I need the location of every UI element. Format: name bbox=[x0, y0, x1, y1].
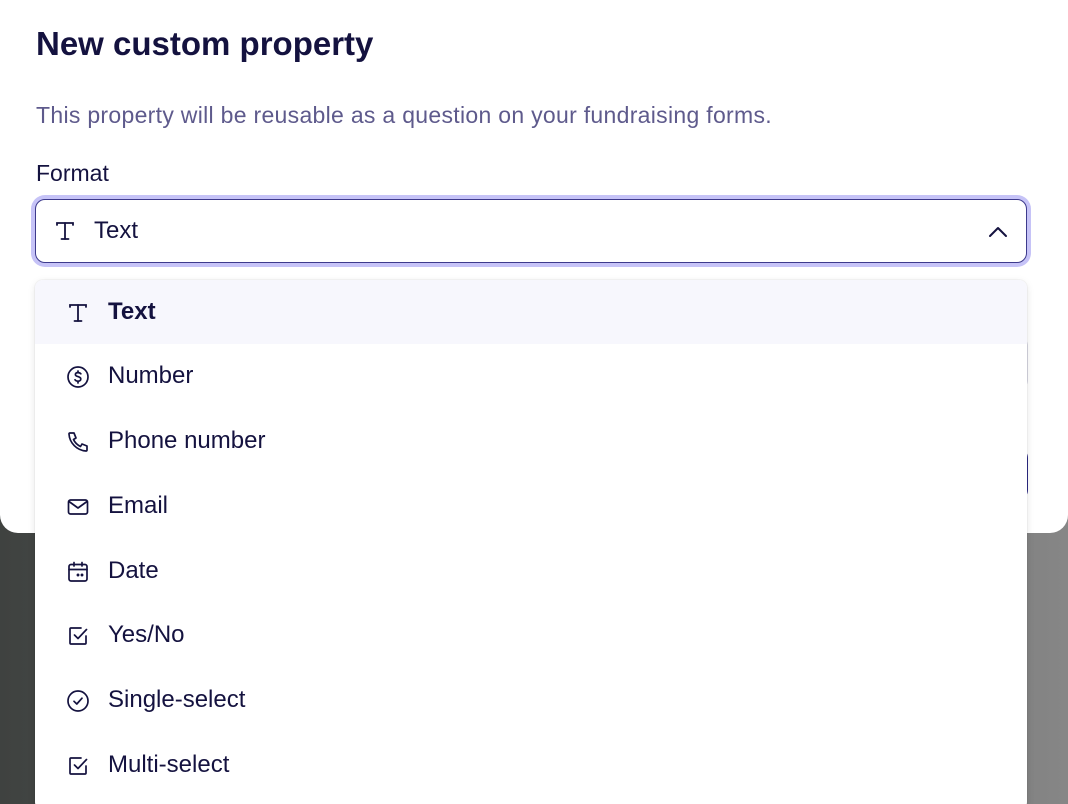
format-option-label: Number bbox=[108, 362, 194, 389]
format-option-label: Multi-select bbox=[108, 751, 230, 778]
modal-description: This property will be reusable as a ques… bbox=[36, 102, 772, 128]
format-option-label: Yes/No bbox=[108, 621, 185, 648]
format-option-text[interactable]: Text bbox=[35, 280, 1027, 344]
format-option-label: Text bbox=[108, 298, 156, 325]
phone-icon bbox=[66, 430, 90, 454]
format-option-single-select[interactable]: Single-select bbox=[35, 668, 1027, 732]
chevron-up-icon[interactable] bbox=[986, 220, 1010, 244]
dollar-circle-icon bbox=[66, 365, 90, 389]
format-option-email[interactable]: Email bbox=[35, 474, 1027, 538]
checkbox-icon bbox=[66, 754, 90, 778]
format-select[interactable]: Text bbox=[35, 199, 1027, 263]
format-option-multi-select[interactable]: Multi-select bbox=[35, 733, 1027, 797]
format-option-number[interactable]: Number bbox=[35, 344, 1027, 408]
calendar-icon bbox=[66, 560, 90, 584]
format-option-label: Email bbox=[108, 492, 169, 519]
format-option-label: Single-select bbox=[108, 686, 246, 713]
text-icon bbox=[66, 301, 90, 325]
text-icon bbox=[54, 220, 76, 242]
format-option-label: Date bbox=[108, 557, 159, 584]
check-circle-icon bbox=[66, 689, 90, 713]
format-select-value: Text bbox=[94, 217, 139, 244]
modal-title: New custom property bbox=[36, 25, 374, 62]
format-dropdown-menu: Text Number Phone number Email Date Yes/… bbox=[35, 280, 1027, 804]
format-option-date[interactable]: Date bbox=[35, 539, 1027, 603]
format-option-label: Phone number bbox=[108, 427, 266, 454]
mail-icon bbox=[66, 495, 90, 519]
format-label: Format bbox=[36, 160, 109, 186]
format-option-yes-no[interactable]: Yes/No bbox=[35, 603, 1027, 667]
checkbox-icon bbox=[66, 624, 90, 648]
format-option-phone-number[interactable]: Phone number bbox=[35, 409, 1027, 473]
